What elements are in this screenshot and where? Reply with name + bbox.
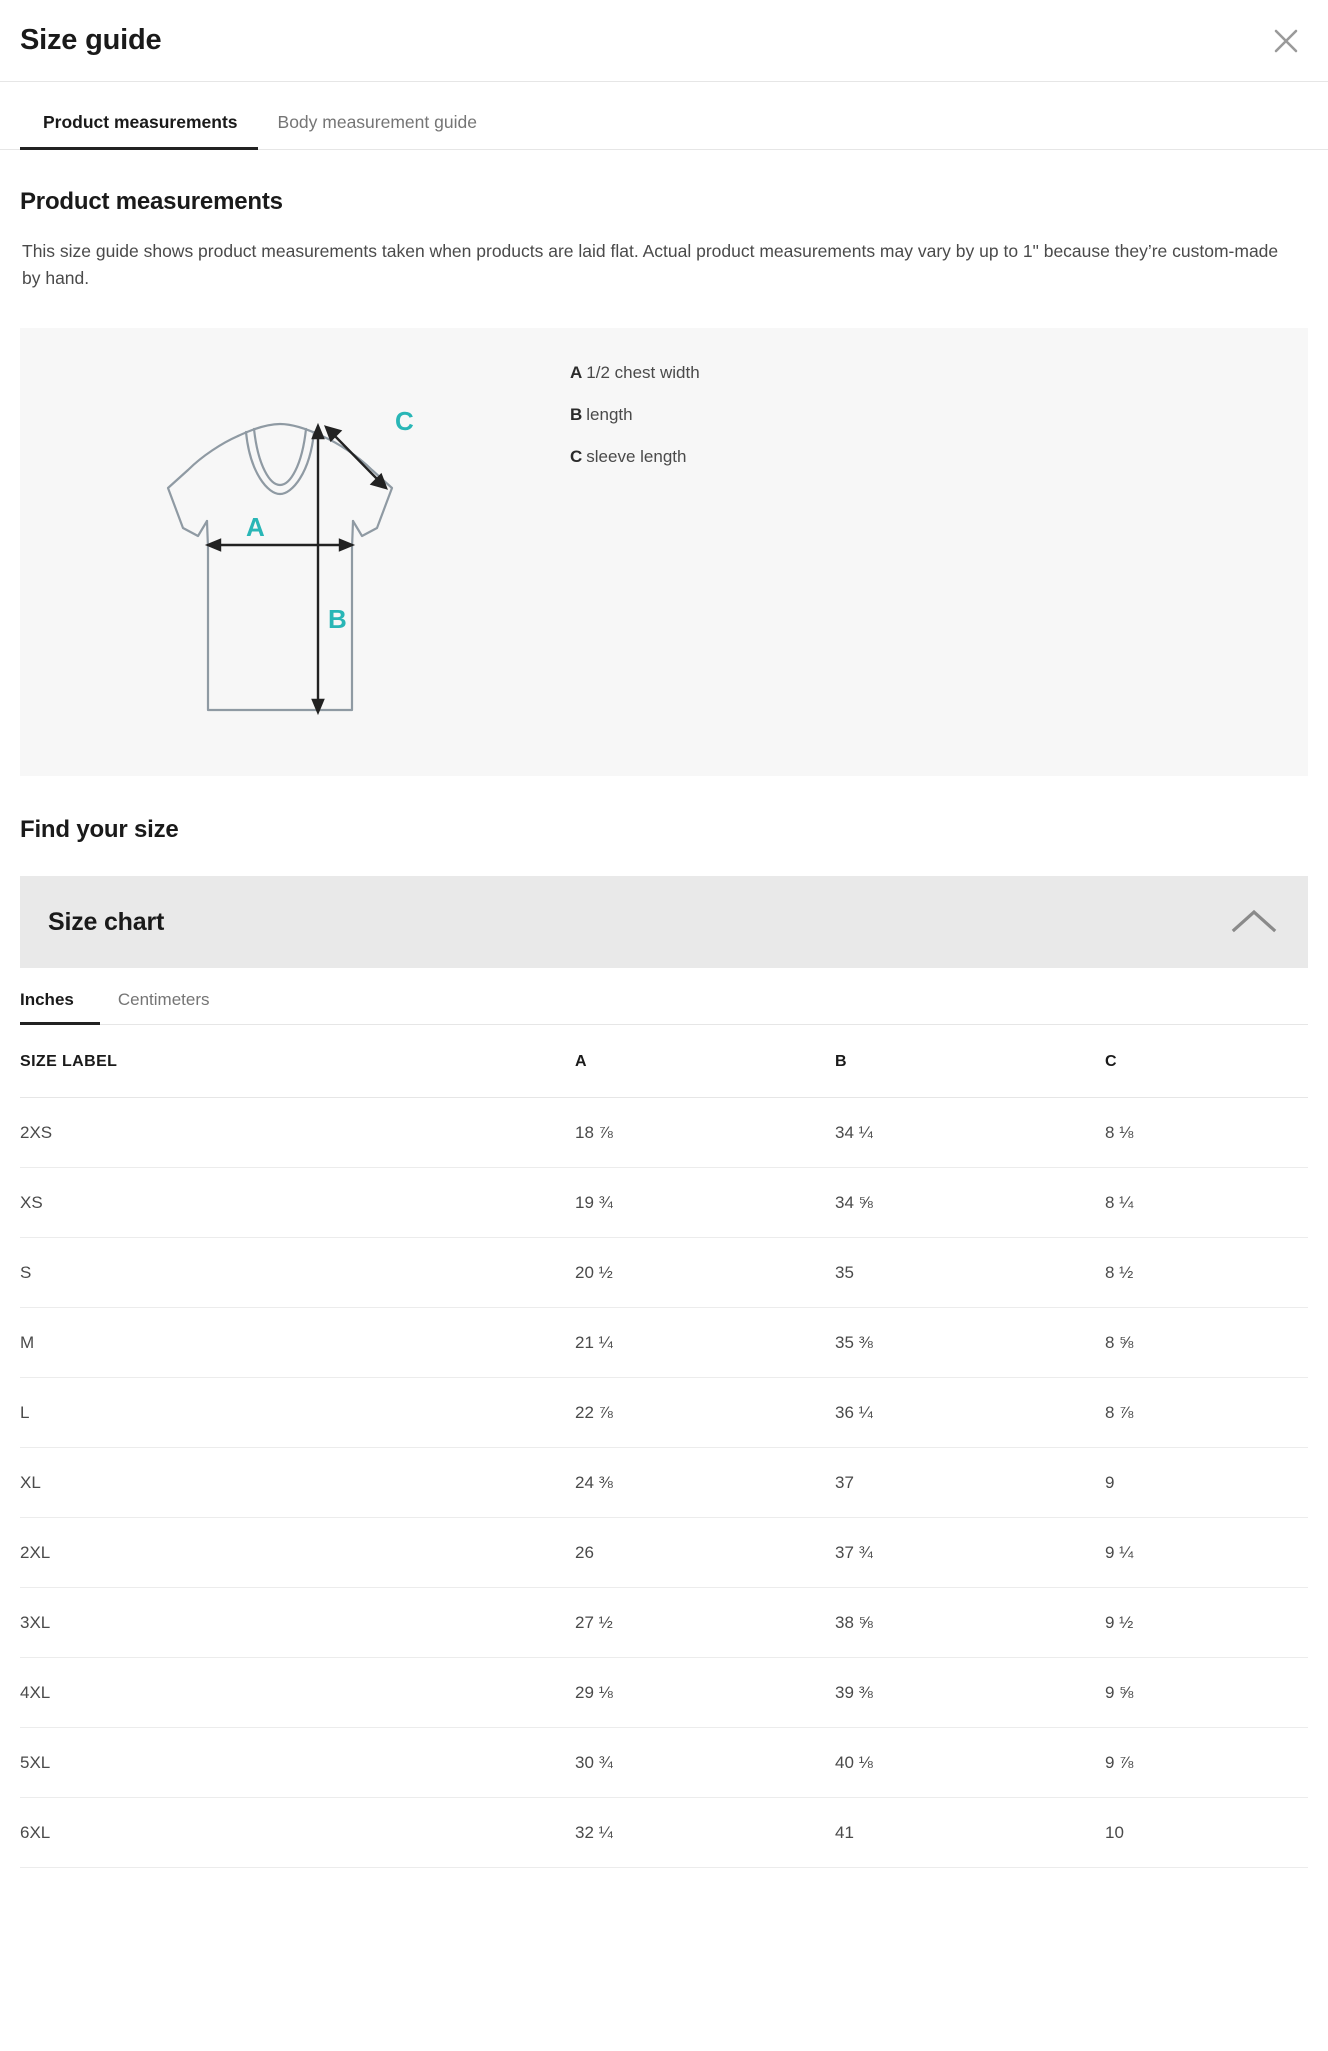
cell-size: 4XL xyxy=(20,1657,575,1729)
modal-header: Size guide xyxy=(0,0,1328,82)
cell-b: 41 xyxy=(835,1797,1105,1869)
cell-size: 3XL xyxy=(20,1587,575,1659)
legend-item-c: Csleeve length xyxy=(570,446,700,468)
find-your-size-heading: Find your size xyxy=(20,816,179,844)
table-row: L 22 ⅞ 36 ¼ 8 ⅞ xyxy=(20,1377,1308,1449)
cell-c: 10 xyxy=(1105,1797,1308,1869)
legend-item-b: Blength xyxy=(570,404,700,426)
cell-b: 38 ⅝ xyxy=(835,1587,1105,1659)
table-row: S 20 ½ 35 8 ½ xyxy=(20,1237,1308,1309)
unit-tab-centimeters[interactable]: Centimeters xyxy=(100,990,228,1024)
cell-b: 39 ⅜ xyxy=(835,1657,1105,1729)
cell-a: 27 ½ xyxy=(575,1587,835,1659)
legend-key-b: B xyxy=(570,405,583,425)
table-row: M 21 ¼ 35 ⅜ 8 ⅝ xyxy=(20,1307,1308,1379)
cell-b: 40 ⅛ xyxy=(835,1727,1105,1799)
cell-a: 32 ¼ xyxy=(575,1797,835,1869)
size-chart-title: Size chart xyxy=(48,907,165,936)
cell-c: 8 ⅝ xyxy=(1105,1307,1308,1379)
close-icon xyxy=(1271,26,1301,56)
product-measurements-heading: Product measurements xyxy=(20,188,283,215)
table-row: 3XL 27 ½ 38 ⅝ 9 ½ xyxy=(20,1587,1308,1659)
cell-b: 36 ¼ xyxy=(835,1377,1105,1449)
cell-size: L xyxy=(20,1377,575,1449)
cell-b: 35 ⅜ xyxy=(835,1307,1105,1379)
column-header-a: A xyxy=(575,1025,835,1099)
cell-a: 24 ⅜ xyxy=(575,1447,835,1519)
cell-b: 37 ¾ xyxy=(835,1517,1105,1589)
product-measurements-intro: This size guide shows product measuremen… xyxy=(22,241,1279,289)
tab-body-measurement-guide[interactable]: Body measurement guide xyxy=(258,112,497,149)
cell-size: 6XL xyxy=(20,1797,575,1869)
cell-size: 2XS xyxy=(20,1097,575,1169)
legend-key-c: C xyxy=(570,447,583,467)
cell-size: S xyxy=(20,1237,575,1309)
cell-b: 34 ⅝ xyxy=(835,1167,1105,1239)
cell-b: 34 ¼ xyxy=(835,1097,1105,1169)
cell-size: 2XL xyxy=(20,1517,575,1589)
tab-bar: Product measurements Body measurement gu… xyxy=(0,82,1328,150)
table-row: XL 24 ⅜ 37 9 xyxy=(20,1447,1308,1519)
cell-size: XL xyxy=(20,1447,575,1519)
size-chart-accordion-header[interactable]: Size chart xyxy=(20,876,1308,969)
unit-tab-inches[interactable]: Inches xyxy=(20,990,100,1026)
cell-c: 9 xyxy=(1105,1447,1308,1519)
cell-size: XS xyxy=(20,1167,575,1239)
measurement-diagram-panel: A B C A 1/2 chest width Blength Csleeve l… xyxy=(20,328,1308,777)
cell-c: 8 ¼ xyxy=(1105,1167,1308,1239)
cell-c: 8 ½ xyxy=(1105,1237,1308,1309)
cell-c: 9 ⅞ xyxy=(1105,1727,1308,1799)
close-button[interactable] xyxy=(1266,21,1306,61)
size-chart-body: 2XS 18 ⅞ 34 ¼ 8 ⅛ XS 19 ¾ 34 ⅝ 8 ¼ S 20 … xyxy=(20,1097,1308,1869)
cell-c: 8 ⅞ xyxy=(1105,1377,1308,1449)
cell-b: 37 xyxy=(835,1447,1105,1519)
diagram-label-b: B xyxy=(328,604,347,634)
cell-a: 18 ⅞ xyxy=(575,1097,835,1169)
table-header-row: SIZE LABEL A B C xyxy=(20,1025,1308,1099)
cell-c: 9 ⅝ xyxy=(1105,1657,1308,1729)
cell-a: 22 ⅞ xyxy=(575,1377,835,1449)
page-title: Size guide xyxy=(20,24,162,56)
column-header-c: C xyxy=(1105,1025,1308,1099)
cell-size: M xyxy=(20,1307,575,1379)
table-row: 5XL 30 ¾ 40 ⅛ 9 ⅞ xyxy=(20,1727,1308,1799)
diagram-legend: A 1/2 chest width Blength Csleeve length xyxy=(570,362,700,488)
size-chart-table: SIZE LABEL A B C 2XS 18 ⅞ 34 ¼ 8 ⅛ XS 19… xyxy=(20,1025,1308,1869)
cell-c: 8 ⅛ xyxy=(1105,1097,1308,1169)
cell-b: 35 xyxy=(835,1237,1105,1309)
table-row: 4XL 29 ⅛ 39 ⅜ 9 ⅝ xyxy=(20,1657,1308,1729)
legend-item-a: A 1/2 chest width xyxy=(570,362,700,384)
column-header-size-label: SIZE LABEL xyxy=(20,1025,575,1099)
legend-key-a: A xyxy=(570,363,583,383)
cell-a: 21 ¼ xyxy=(575,1307,835,1379)
tab-product-measurements[interactable]: Product measurements xyxy=(20,112,258,150)
unit-tab-bar: Inches Centimeters xyxy=(20,968,1308,1026)
table-row: 2XS 18 ⅞ 34 ¼ 8 ⅛ xyxy=(20,1097,1308,1169)
cell-size: 5XL xyxy=(20,1727,575,1799)
table-row: XS 19 ¾ 34 ⅝ 8 ¼ xyxy=(20,1167,1308,1239)
cell-a: 19 ¾ xyxy=(575,1167,835,1239)
cell-a: 29 ⅛ xyxy=(575,1657,835,1729)
legend-label-a: 1/2 chest width xyxy=(586,363,700,383)
column-header-b: B xyxy=(835,1025,1105,1099)
chevron-up-icon[interactable] xyxy=(1228,906,1280,938)
cell-a: 20 ½ xyxy=(575,1237,835,1309)
table-row: 6XL 32 ¼ 41 10 xyxy=(20,1797,1308,1869)
cell-c: 9 ¼ xyxy=(1105,1517,1308,1589)
table-row: 2XL 26 37 ¾ 9 ¼ xyxy=(20,1517,1308,1589)
cell-a: 26 xyxy=(575,1517,835,1589)
legend-label-b: length xyxy=(586,405,633,425)
tshirt-diagram: A B C xyxy=(150,388,470,723)
cell-a: 30 ¾ xyxy=(575,1727,835,1799)
diagram-label-a: A xyxy=(246,512,265,542)
cell-c: 9 ½ xyxy=(1105,1587,1308,1659)
legend-label-c: sleeve length xyxy=(586,447,687,467)
diagram-label-c: C xyxy=(395,406,414,436)
